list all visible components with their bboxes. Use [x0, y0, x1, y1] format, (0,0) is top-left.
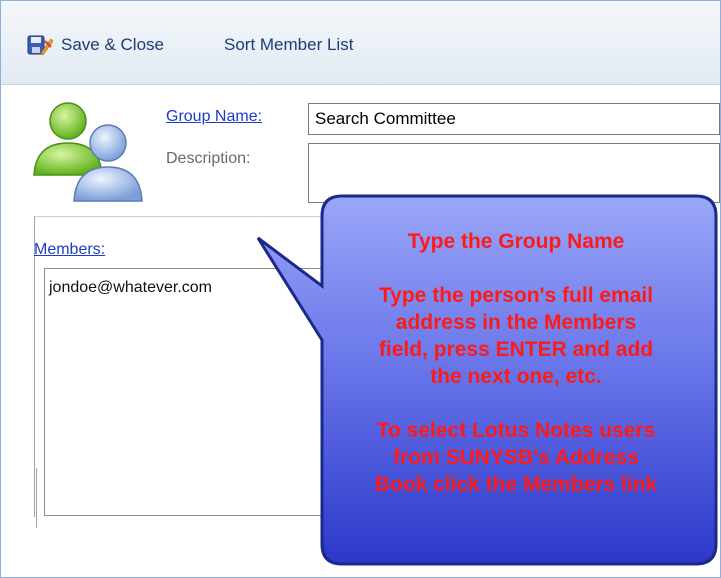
callout-line: address in the Members: [395, 311, 637, 334]
members-field[interactable]: jondoe@whatever.com: [44, 268, 374, 516]
save-close-label: Save & Close: [61, 35, 164, 54]
callout-line: the next one, etc.: [430, 365, 602, 388]
callout-line: Type the person's full email: [378, 284, 654, 307]
save-close-icon: [27, 35, 53, 56]
callout-text: Type the Group Name Type the person's fu…: [326, 228, 706, 498]
group-name-link[interactable]: Group Name:: [166, 108, 262, 126]
toolbar: Save & Close Sort Member List: [1, 1, 720, 85]
sort-member-list-label: Sort Member List: [224, 35, 354, 54]
callout-line: Type the Group Name: [407, 230, 625, 253]
sort-member-list-button[interactable]: Sort Member List: [224, 31, 353, 59]
callout-line: from SUNYSB's Address: [393, 446, 639, 469]
callout-line: Book click the Members link: [374, 473, 658, 496]
save-close-button[interactable]: Save & Close: [27, 31, 164, 59]
members-link[interactable]: Members:: [34, 241, 105, 259]
description-field[interactable]: [308, 143, 720, 203]
member-entry: jondoe@whatever.com: [49, 279, 212, 296]
panel-divider: [6, 468, 37, 528]
callout-line: field, press ENTER and add: [378, 338, 654, 361]
description-label: Description:: [166, 150, 251, 167]
group-name-field[interactable]: Search Committee: [308, 103, 720, 135]
group-icon: [33, 102, 143, 202]
callout-line: To select Lotus Notes users: [376, 419, 656, 442]
